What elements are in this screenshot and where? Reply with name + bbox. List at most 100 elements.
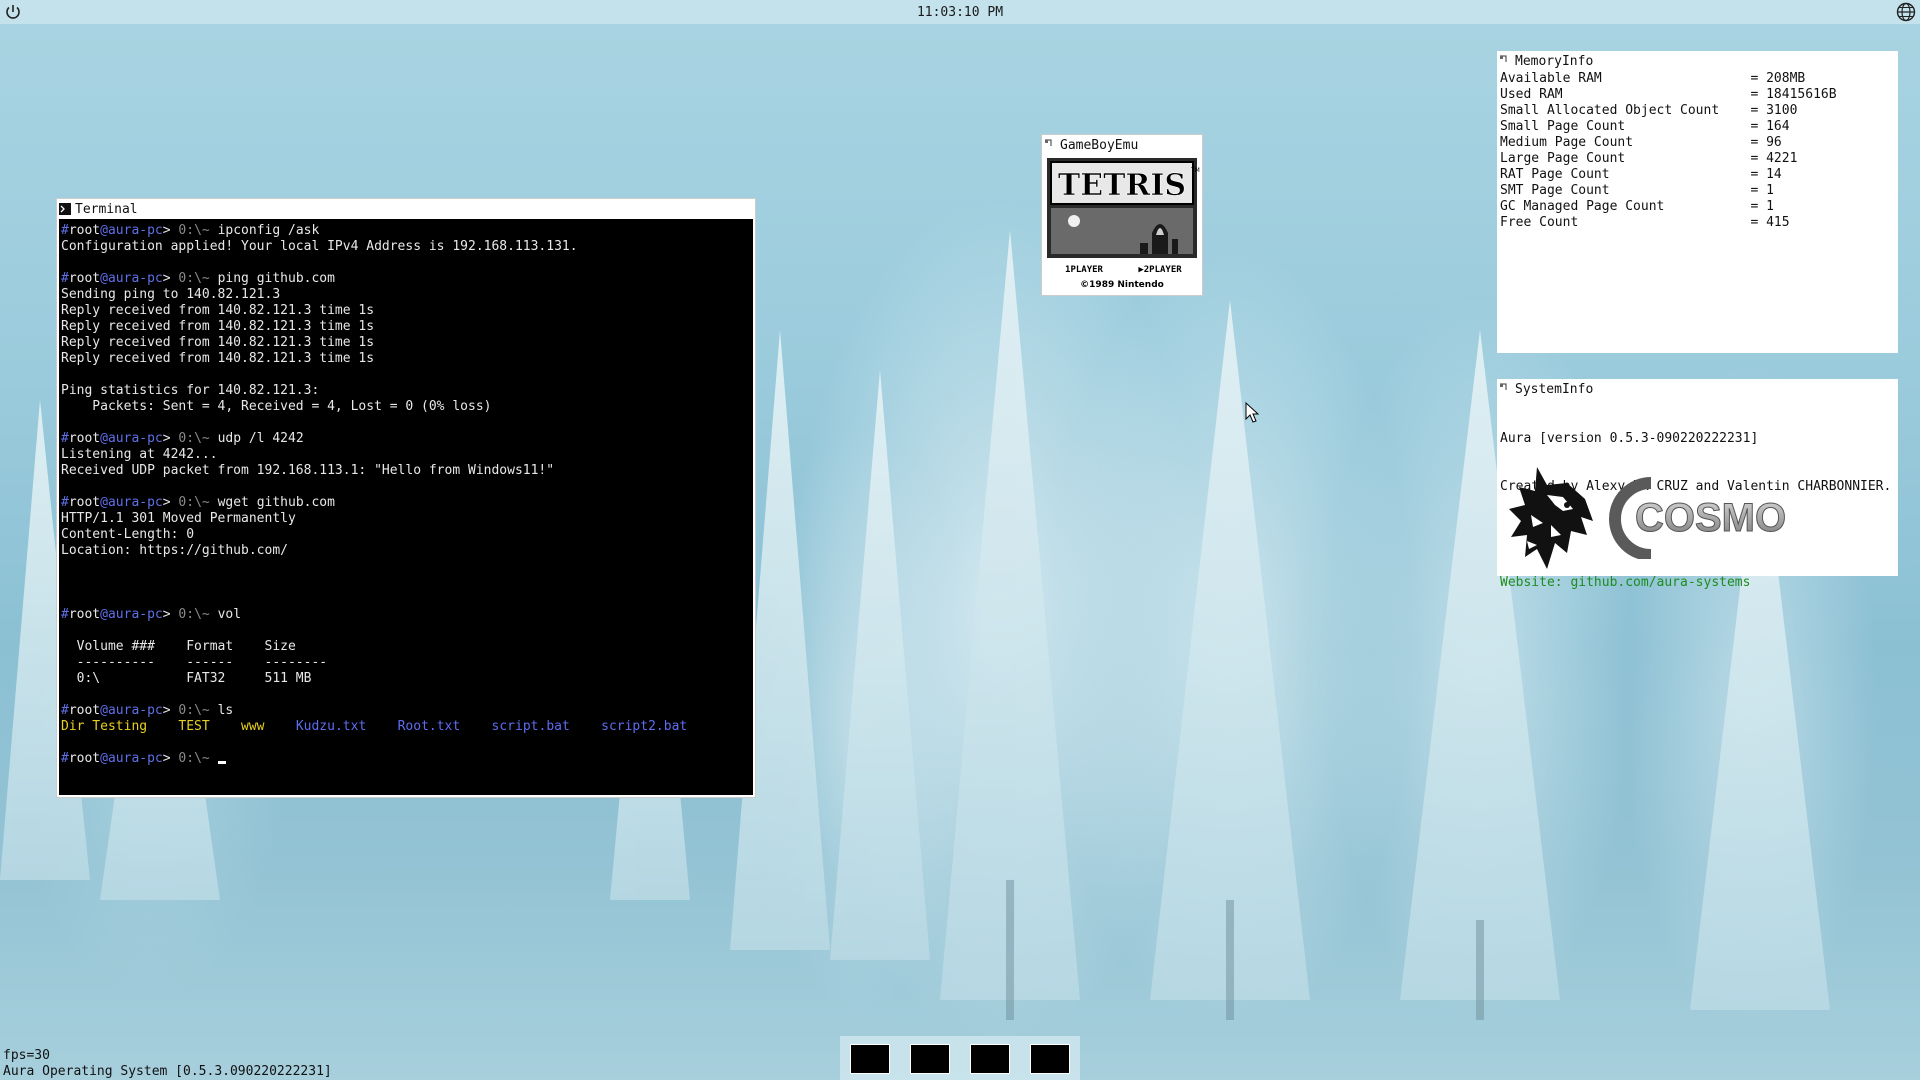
memory-label: Medium Page Count [1500,135,1751,150]
prompt-separator: > [162,431,171,446]
memory-row: Small Allocated Object Count = 3100 [1500,103,1898,119]
memory-row: GC Managed Page Count = 1 [1500,199,1898,215]
terminal-window[interactable]: Terminal #root@aura-pc> 0:\~ ipconfig /a… [56,198,756,798]
prompt-separator: > [162,271,171,286]
prompt-user: root [68,495,101,510]
memoryinfo-list: Available RAM = 208MB Used RAM = 18415616… [1497,71,1898,231]
systeminfo-titlebar[interactable]: SystemInfo [1497,379,1898,399]
gameboy-title: GameBoyEmu [1060,137,1139,153]
systeminfo-window[interactable]: SystemInfo Aura [version 0.5.3-090220222… [1497,379,1898,590]
power-icon[interactable] [4,3,22,21]
memoryinfo-window[interactable]: MemoryInfo Available RAM = 208MB Used RAM… [1497,51,1898,353]
prompt-hash: # [61,495,69,510]
terminal-prompt-line: #root@aura-pc> 0:\~ wget github.com [61,495,753,511]
prompt-path: 0:\~ [170,751,218,766]
memory-row: Free Count = 415 [1500,215,1898,231]
gameboy-window[interactable]: GameBoyEmu TETRIS TM 1PLAYER ▶2PLAYER ©1… [1041,134,1203,296]
terminal-command: ipconfig /ask [217,223,320,238]
fps-counter: fps=30 [3,1048,50,1063]
prompt-host: @aura-pc [100,495,163,510]
memory-label: Large Page Count [1500,151,1751,166]
terminal-output-line: Packets: Sent = 4, Received = 4, Lost = … [61,399,492,414]
memory-value: = 3100 [1750,103,1798,118]
terminal-output[interactable]: #root@aura-pc> 0:\~ ipconfig /ask Configu… [59,219,753,795]
taskbar-item-terminal[interactable] [850,1044,890,1074]
prompt-path: 0:\~ [170,495,218,510]
prompt-path: 0:\~ [170,271,218,286]
ls-entry[interactable]: script2.bat [601,719,687,734]
window-icon [1045,139,1052,146]
website-link[interactable]: Website: github.com/aura-systems [1500,575,1898,591]
prompt-host: @aura-pc [100,223,163,238]
player2-option: ▶2PLAYER [1138,265,1182,275]
ls-entry[interactable]: script.bat [492,719,570,734]
prompt-separator: > [162,223,171,238]
prompt-hash: # [61,703,69,718]
clock: 11:03:10 PM [916,4,1004,20]
taskbar-item-memoryinfo[interactable] [970,1044,1010,1074]
terminal-titlebar[interactable]: Terminal [57,199,755,219]
prompt-host: @aura-pc [100,703,163,718]
memory-row: SMT Page Count = 1 [1500,183,1898,199]
ls-entry[interactable]: www [241,719,264,734]
prompt-hash: # [61,607,69,622]
prompt-path: 0:\~ [170,431,218,446]
terminal-command: vol [217,607,242,622]
memory-label: Available RAM [1500,71,1751,86]
prompt-user: root [68,703,101,718]
copyright-text: ©1989 Nintendo [1080,280,1164,290]
prompt-path: 0:\~ [170,223,218,238]
terminal-command: ls [217,703,234,718]
memory-value: = 4221 [1750,151,1798,166]
prompt-user: root [68,751,101,766]
memory-value: = 96 [1750,135,1782,150]
taskbar-item-gameboyemu[interactable] [910,1044,950,1074]
prompt-host: @aura-pc [100,751,163,766]
taskbar-item-systeminfo[interactable] [1030,1044,1070,1074]
mouse-cursor-icon [1245,402,1260,423]
terminal-icon [59,203,71,215]
os-version-label: Aura Operating System [0.5.3.09022022223… [3,1064,332,1079]
gameboy-titlebar[interactable]: GameBoyEmu [1042,135,1202,155]
prompt-hash: # [61,223,69,238]
memory-label: Small Allocated Object Count [1500,103,1751,118]
terminal-output-line: Listening at 4242... [61,447,218,462]
terminal-output-line: Location: https://github.com/ [61,543,288,558]
ls-entry[interactable]: Dir Testing [61,719,147,734]
prompt-user: root [68,223,101,238]
memory-label: Used RAM [1500,87,1751,102]
prompt-separator: > [162,751,171,766]
gameboy-screen[interactable]: TETRIS TM 1PLAYER ▶2PLAYER ©1989 Nintend… [1044,155,1200,293]
prompt-separator: > [162,495,171,510]
memory-value: = 14 [1750,167,1782,182]
terminal-output-line: Content-Length: 0 [61,527,195,542]
ls-entry[interactable]: Kudzu.txt [296,719,366,734]
memoryinfo-titlebar[interactable]: MemoryInfo [1497,51,1898,71]
globe-icon[interactable] [1896,2,1916,22]
terminal-output-line: HTTP/1.1 301 Moved Permanently [61,511,296,526]
memory-label: GC Managed Page Count [1500,199,1751,214]
window-icon [1500,383,1507,390]
memory-row: Small Page Count = 164 [1500,119,1898,135]
tetris-logo: TETRIS [1058,168,1186,203]
terminal-command: wget github.com [217,495,335,510]
memory-label: SMT Page Count [1500,183,1751,198]
prompt-separator: > [162,607,171,622]
memory-row: RAT Page Count = 14 [1500,167,1898,183]
ls-entry[interactable]: Root.txt [398,719,461,734]
terminal-prompt-line: #root@aura-pc> 0:\~ ls [61,703,753,719]
version-line: Aura [version 0.5.3-090220222231] [1500,431,1759,446]
memory-value: = 415 [1750,215,1790,230]
prompt-user: root [68,431,101,446]
memory-label: Free Count [1500,215,1751,230]
ls-entry[interactable]: TEST [178,719,209,734]
text-cursor [217,761,226,764]
terminal-output-line: ---------- ------ -------- [61,655,328,670]
